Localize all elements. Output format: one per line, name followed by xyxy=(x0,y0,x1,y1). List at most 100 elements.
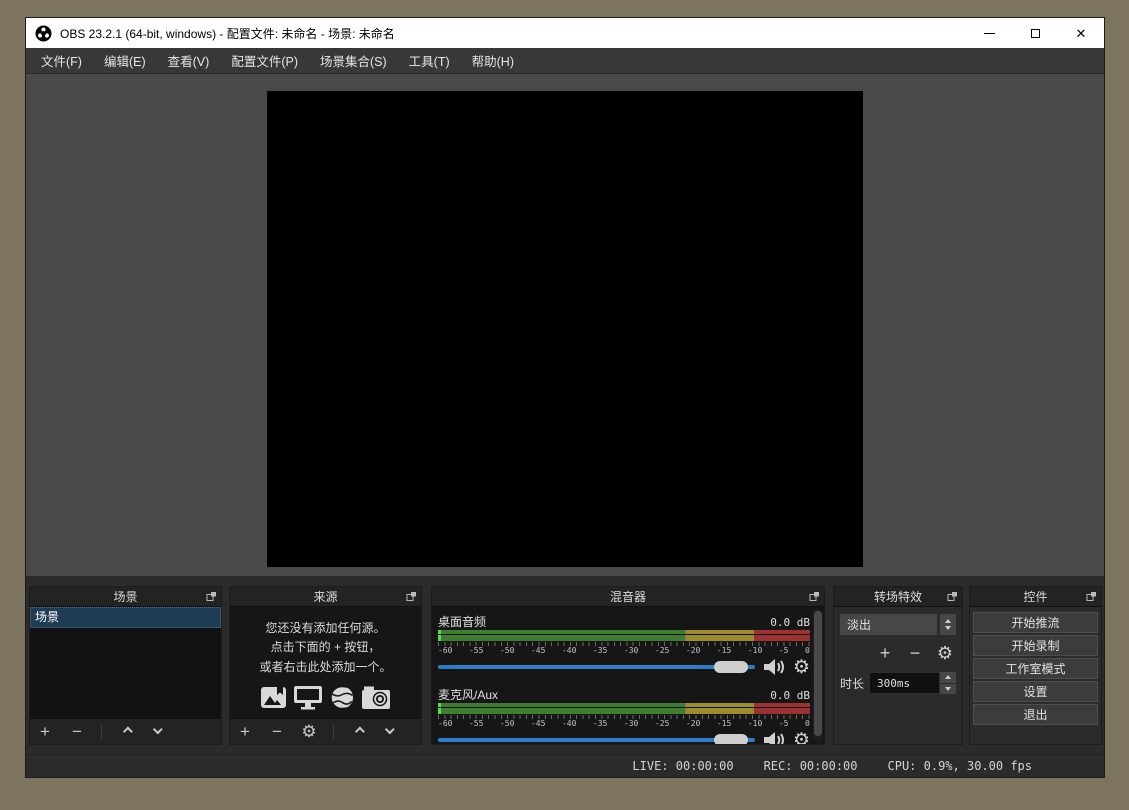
spinner-up-icon xyxy=(945,619,951,623)
menu-scene-collection[interactable]: 场景集合(S) xyxy=(309,48,398,73)
camera-source-icon xyxy=(361,685,391,710)
controls-panel: 控件 开始推流 开始录制 工作室模式 设置 退出 xyxy=(969,586,1102,745)
minimize-button[interactable] xyxy=(966,18,1012,48)
toolbar-separator xyxy=(101,724,102,740)
scene-up-button[interactable] xyxy=(117,723,135,741)
menu-help[interactable]: 帮助(H) xyxy=(461,48,525,73)
transition-select[interactable]: 淡出 xyxy=(840,614,937,635)
spinner-up-icon xyxy=(945,675,951,679)
panel-float-icon[interactable] xyxy=(406,591,417,602)
remove-source-button[interactable]: − xyxy=(268,723,286,741)
channel-name: 麦克风/Aux xyxy=(438,686,498,703)
source-type-icons xyxy=(260,685,391,710)
add-transition-button[interactable]: + xyxy=(876,644,894,662)
meter-tick-labels: -60-55-50-45-40-35-30-25-20-15-10-50 xyxy=(438,719,810,728)
transition-properties-button[interactable]: ⚙ xyxy=(936,644,954,662)
source-properties-button[interactable]: ⚙ xyxy=(300,723,318,741)
studio-mode-button[interactable]: 工作室模式 xyxy=(973,658,1098,679)
slider-track xyxy=(438,665,755,669)
controls-body: 开始推流 开始录制 工作室模式 设置 退出 xyxy=(970,607,1101,744)
transitions-panel: 转场特效 淡出 + − ⚙ xyxy=(833,586,963,745)
mixer-panel-header[interactable]: 混音器 xyxy=(432,587,824,607)
slider-handle[interactable] xyxy=(714,661,748,673)
duration-spinner[interactable] xyxy=(940,672,956,694)
scenes-panel-header[interactable]: 场景 xyxy=(30,587,221,607)
scene-down-button[interactable] xyxy=(149,723,167,741)
maximize-button[interactable] xyxy=(1012,18,1058,48)
settings-button[interactable]: 设置 xyxy=(973,681,1098,702)
start-streaming-button[interactable]: 开始推流 xyxy=(973,612,1098,633)
panel-float-icon[interactable] xyxy=(947,591,958,602)
channel-settings-button[interactable]: ⚙ xyxy=(793,731,810,745)
sources-panel-header[interactable]: 来源 xyxy=(230,587,421,607)
channel-db-value: 0.0 dB xyxy=(770,689,810,702)
duration-up-button[interactable] xyxy=(940,672,956,683)
exit-button[interactable]: 退出 xyxy=(973,704,1098,725)
status-bar: LIVE: 00:00:00 REC: 00:00:00 CPU: 0.9%, … xyxy=(26,754,1104,777)
sources-panel-title: 来源 xyxy=(230,588,421,605)
volume-slider[interactable] xyxy=(438,655,755,679)
scene-list[interactable]: 场景 xyxy=(30,607,221,718)
speaker-icon[interactable] xyxy=(763,658,785,676)
volume-slider[interactable] xyxy=(438,728,755,744)
scenes-toolbar: + − xyxy=(30,718,221,744)
menu-profile[interactable]: 配置文件(P) xyxy=(220,48,309,73)
slider-handle[interactable] xyxy=(714,734,748,744)
sources-empty-state[interactable]: 您还没有添加任何源。 点击下面的 + 按钮， 或者右击此处添加一个。 xyxy=(230,607,421,718)
menu-edit[interactable]: 编辑(E) xyxy=(93,48,157,73)
duration-down-button[interactable] xyxy=(940,684,956,695)
rec-time: REC: 00:00:00 xyxy=(764,759,858,773)
mixer-channel-desktop-audio: 桌面音频 0.0 dB -60-55-50-45-40-35-30-25-20-… xyxy=(438,613,810,679)
duration-input[interactable]: 300ms xyxy=(869,672,940,694)
window-title: OBS 23.2.1 (64-bit, windows) - 配置文件: 未命名… xyxy=(60,25,395,42)
display-source-icon xyxy=(293,685,323,710)
menu-bar: 文件(F) 编辑(E) 查看(V) 配置文件(P) 场景集合(S) 工具(T) … xyxy=(26,48,1104,74)
dock-area: 场景 场景 + − 来源 xyxy=(26,576,1104,754)
slider-track xyxy=(438,738,755,742)
obs-logo-icon xyxy=(35,25,52,42)
remove-scene-button[interactable]: − xyxy=(68,723,86,741)
minimize-icon xyxy=(984,33,995,34)
transition-select-arrows[interactable] xyxy=(940,614,956,635)
close-icon: ✕ xyxy=(1076,27,1087,40)
scenes-panel-title: 场景 xyxy=(30,588,221,605)
speaker-icon[interactable] xyxy=(763,731,785,744)
duration-label: 时长 xyxy=(840,675,864,692)
transitions-panel-title: 转场特效 xyxy=(834,588,962,605)
panel-float-icon[interactable] xyxy=(1086,591,1097,602)
add-source-button[interactable]: + xyxy=(236,723,254,741)
menu-file[interactable]: 文件(F) xyxy=(30,48,93,73)
source-down-button[interactable] xyxy=(381,723,399,741)
chevron-down-icon xyxy=(152,724,162,734)
transitions-panel-header[interactable]: 转场特效 xyxy=(834,587,962,607)
controls-panel-header[interactable]: 控件 xyxy=(970,587,1101,607)
menu-tools[interactable]: 工具(T) xyxy=(398,48,461,73)
empty-state-line: 或者右击此处添加一个。 xyxy=(259,658,391,677)
spinner-down-icon xyxy=(945,687,951,691)
obs-main-window: OBS 23.2.1 (64-bit, windows) - 配置文件: 未命名… xyxy=(25,17,1105,778)
panel-float-icon[interactable] xyxy=(206,591,217,602)
source-up-button[interactable] xyxy=(349,723,367,741)
channel-name: 桌面音频 xyxy=(438,613,486,630)
meter-tick-labels: -60-55-50-45-40-35-30-25-20-15-10-50 xyxy=(438,646,810,655)
menu-view[interactable]: 查看(V) xyxy=(157,48,221,73)
mixer-panel-title: 混音器 xyxy=(432,588,824,605)
maximize-icon xyxy=(1031,29,1040,38)
add-scene-button[interactable]: + xyxy=(36,723,54,741)
mixer-scrollbar[interactable] xyxy=(813,609,823,742)
sources-toolbar: + − ⚙ xyxy=(230,718,421,744)
panel-float-icon[interactable] xyxy=(809,591,820,602)
toolbar-separator xyxy=(333,724,334,740)
spinner-down-icon xyxy=(945,626,951,630)
channel-settings-button[interactable]: ⚙ xyxy=(793,658,810,677)
volume-meter xyxy=(438,703,810,714)
remove-transition-button[interactable]: − xyxy=(906,644,924,662)
video-canvas[interactable] xyxy=(267,91,863,567)
scene-list-item[interactable]: 场景 xyxy=(30,607,221,628)
chevron-down-icon xyxy=(384,724,394,734)
mixer-panel: 混音器 桌面音频 0.0 dB -60-55-50-45-40-35-30-25… xyxy=(431,586,825,745)
start-recording-button[interactable]: 开始录制 xyxy=(973,635,1098,656)
mixer-scrollbar-thumb[interactable] xyxy=(814,611,822,736)
close-button[interactable]: ✕ xyxy=(1058,18,1104,48)
sources-panel: 来源 您还没有添加任何源。 点击下面的 + 按钮， 或者右击此处添加一个。 xyxy=(229,586,422,745)
